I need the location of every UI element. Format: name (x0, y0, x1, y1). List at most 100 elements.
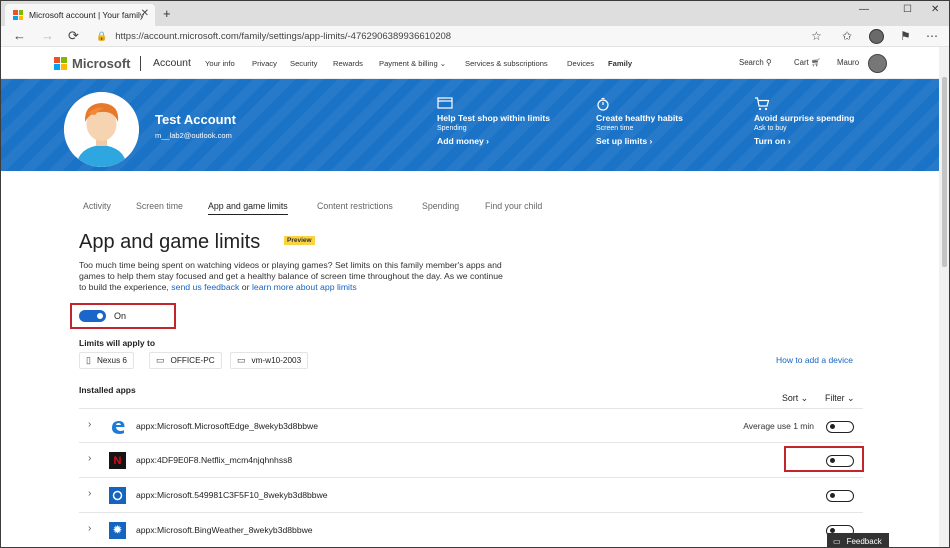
feedback-icon[interactable]: ⚑ (900, 29, 911, 43)
tab-activity[interactable]: Activity (83, 201, 111, 211)
device-chip: ▯ Nexus 6 (79, 352, 134, 369)
forward-icon[interactable]: → (41, 28, 54, 43)
nav-devices[interactable]: Devices (567, 59, 594, 68)
tab-strip: Microsoft account | Your family ✕ + — ☐ … (1, 1, 949, 26)
add-money-link[interactable]: Add money › (437, 136, 550, 146)
chevron-right-icon[interactable]: › (88, 453, 91, 464)
lock-icon: 🔒 (96, 31, 108, 41)
feature-spending: Help Test shop within limits Spending Ad… (437, 97, 550, 146)
url-text: https://account.microsoft.com/family/set… (115, 31, 452, 42)
turn-on-link[interactable]: Turn on › (754, 136, 854, 146)
tab-find-your-child[interactable]: Find your child (485, 201, 542, 211)
account-banner: Test Account m__lab2@outlook.com Help Te… (1, 79, 939, 171)
scrollbar-thumb[interactable] (942, 77, 947, 267)
tab-spending[interactable]: Spending (422, 201, 459, 211)
nav-family[interactable]: Family (608, 59, 632, 68)
more-icon[interactable]: ⋯ (926, 29, 938, 43)
learn-more-link[interactable]: learn more about app limits (252, 282, 357, 292)
chevron-down-icon: ⌄ (439, 59, 447, 68)
app-name: appx:Microsoft.MicrosoftEdge_8wekyb3d8bb… (136, 421, 318, 431)
close-window-icon[interactable]: ✕ (931, 4, 939, 15)
search-label: Search (739, 58, 764, 67)
favorites-icon[interactable]: ✩ (842, 29, 852, 43)
sort-label: Sort (782, 393, 799, 403)
brand-name: Microsoft (72, 56, 131, 71)
search-icon: ⚲ (765, 58, 772, 67)
chevron-right-icon[interactable]: › (88, 523, 91, 534)
back-icon[interactable]: ← (13, 28, 26, 43)
url-field[interactable]: 🔒 https://account.microsoft.com/family/s… (96, 27, 834, 46)
browser-tab[interactable]: Microsoft account | Your family ✕ (5, 4, 155, 26)
tab-content-restrictions[interactable]: Content restrictions (317, 201, 393, 211)
device-chip: ▭ vm-w10-2003 (230, 352, 309, 369)
chat-icon: ▭ (833, 536, 841, 546)
weather-sun-icon: ✹ (109, 522, 126, 539)
account-name: Test Account (155, 112, 236, 127)
installed-apps-label: Installed apps (79, 385, 136, 395)
set-up-limits-link[interactable]: Set up limits › (596, 136, 683, 146)
nav-privacy[interactable]: Privacy (252, 59, 277, 68)
new-tab-icon[interactable]: + (163, 6, 171, 21)
device-chip: ▭ OFFICE-PC (149, 352, 222, 369)
phone-icon: ▯ (86, 355, 91, 365)
refresh-icon[interactable]: ⟳ (68, 28, 79, 44)
nav-rewards[interactable]: Rewards (333, 59, 363, 68)
feature-title: Create healthy habits (596, 113, 683, 123)
add-money-label: Add money (437, 136, 484, 146)
highlight-box (70, 303, 176, 329)
nav-services[interactable]: Services & subscriptions (465, 59, 548, 68)
monitor-icon: ▭ (237, 355, 246, 365)
filter-dropdown[interactable]: Filter ⌄ (825, 393, 854, 404)
header-divider (140, 56, 141, 71)
microsoft-logo[interactable]: Microsoft (54, 56, 131, 71)
average-use: Average use 1 min (743, 421, 814, 431)
device-name: Nexus 6 (96, 356, 127, 365)
or-text: or (241, 282, 250, 292)
tab-app-and-game-limits[interactable]: App and game limits (208, 201, 288, 215)
app-limit-toggle[interactable] (826, 490, 854, 502)
feature-subtitle: Spending (437, 125, 467, 132)
preview-badge: Preview (284, 236, 315, 245)
user-avatar[interactable] (868, 54, 887, 73)
feature-subtitle: Ask to buy (754, 125, 787, 132)
feature-ask-to-buy: Avoid surprise spending Ask to buy Turn … (754, 97, 854, 146)
nav-security[interactable]: Security (290, 59, 317, 68)
child-avatar (64, 92, 139, 167)
nav-payment-billing[interactable]: Payment & billing ⌄ (379, 59, 446, 68)
app-name: appx:Microsoft.549981C3F5F10_8wekyb3d8bb… (136, 490, 328, 500)
add-device-link[interactable]: How to add a device (776, 355, 853, 365)
app-row[interactable]: › appx:Microsoft.MicrosoftEdge_8wekyb3d8… (79, 408, 863, 443)
account-link[interactable]: Account (153, 57, 191, 69)
stopwatch-icon (596, 97, 683, 111)
device-name: OFFICE-PC (170, 356, 215, 365)
browser-window: Microsoft account | Your family ✕ + — ☐ … (0, 0, 950, 548)
sort-dropdown[interactable]: Sort ⌄ (782, 393, 808, 404)
feedback-label: Feedback (846, 536, 882, 546)
maximize-icon[interactable]: ☐ (903, 4, 912, 15)
profile-avatar-icon[interactable] (869, 29, 884, 44)
send-feedback-link[interactable]: send us feedback (171, 282, 239, 292)
netflix-icon: N (109, 452, 126, 469)
user-name[interactable]: Mauro (837, 58, 859, 67)
cart-button[interactable]: Cart 🛒︎ (794, 58, 821, 67)
cart-label: Cart (794, 58, 809, 67)
close-tab-icon[interactable]: ✕ (141, 8, 149, 19)
feedback-button[interactable]: ▭ Feedback (827, 533, 889, 547)
chevron-right-icon[interactable]: › (88, 419, 91, 430)
chevron-right-icon[interactable]: › (88, 488, 91, 499)
app-row[interactable]: › N appx:4DF9E0F8.Netflix_mcm4njqhnhss8 (79, 443, 863, 478)
search-button[interactable]: Search ⚲ (739, 58, 772, 67)
minimize-icon[interactable]: — (859, 4, 869, 15)
app-row[interactable]: › ✹ appx:Microsoft.BingWeather_8wekyb3d8… (79, 513, 863, 547)
favorite-star-icon[interactable]: ☆ (811, 29, 822, 43)
chevron-down-icon: ⌄ (800, 393, 808, 403)
filter-label: Filter (825, 393, 845, 403)
chevron-down-icon: ⌄ (847, 393, 855, 403)
app-row[interactable]: › appx:Microsoft.549981C3F5F10_8wekyb3d8… (79, 478, 863, 513)
app-name: appx:4DF9E0F8.Netflix_mcm4njqhnhss8 (136, 455, 293, 465)
feature-title: Avoid surprise spending (754, 113, 855, 123)
tab-screen-time[interactable]: Screen time (136, 201, 183, 211)
nav-your-info[interactable]: Your info (205, 59, 235, 68)
cortana-icon (109, 487, 126, 504)
app-limit-toggle[interactable] (826, 421, 854, 433)
